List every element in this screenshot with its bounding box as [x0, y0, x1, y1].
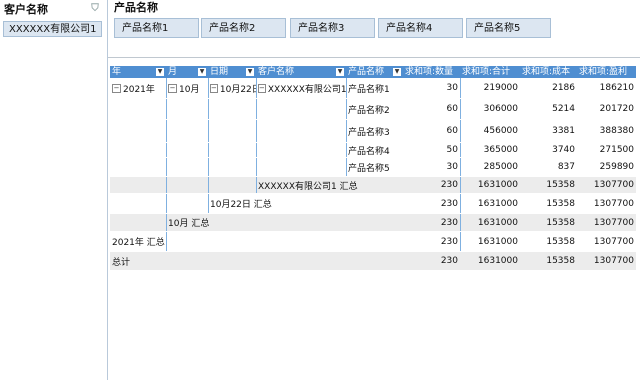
cell-cost: 15358 [546, 180, 575, 190]
cell-total: 285000 [483, 162, 518, 172]
table-row: −2021年 −10月 −10月22日 −XXXXXX有限公司1 产品名称1 3… [110, 78, 636, 99]
customer-slicer: 客户名称 ⛉ XXXXXX有限公司1 [0, 0, 108, 380]
cell-profit: 388380 [599, 126, 634, 136]
cell-profit: 1307700 [593, 198, 634, 209]
cell-cost: 3381 [552, 126, 575, 136]
cell-total: 219000 [483, 83, 518, 93]
cell-qty: 30 [446, 83, 458, 93]
pivot-table: 年 ▼ 月 ▼ 日期 ▼ 客户名称 ▼ 产品名称 ▼ 求和项:数量 求和项:合计 求和项:… [110, 66, 636, 271]
cell-cost: 3740 [552, 145, 575, 155]
product-slicer-item-4[interactable]: 产品名称4 [378, 18, 463, 38]
cell-qty: 60 [446, 126, 458, 136]
cell-profit: 259890 [599, 162, 634, 172]
customer-slicer-header: 客户名称 ⛉ [0, 0, 107, 18]
cell-total: 1631000 [477, 198, 518, 209]
pivot-header-row: 年 ▼ 月 ▼ 日期 ▼ 客户名称 ▼ 产品名称 ▼ 求和项:数量 求和项:合计 求和项:… [110, 66, 636, 78]
cell-profit: 1307700 [593, 236, 634, 247]
cell-profit: 1307700 [593, 256, 634, 266]
cell-profit: 201720 [599, 104, 634, 114]
header-qty: 求和项:数量 [405, 67, 454, 77]
cell-total: 306000 [483, 104, 518, 114]
grand-total-row: 总计 230 1631000 15358 1307700 [110, 252, 636, 271]
header-cost: 求和项:成本 [522, 67, 571, 77]
header-date[interactable]: 日期 ▼ [208, 66, 256, 78]
collapse-icon[interactable]: − [168, 83, 177, 93]
table-row: 产品名称4 50 365000 3740 271500 [110, 143, 636, 158]
cell-total: 1631000 [477, 236, 518, 247]
cell-qty: 60 [446, 104, 458, 114]
subtotal-row: 10月 汇总 230 1631000 15358 1307700 [110, 214, 636, 232]
dropdown-icon[interactable]: ▼ [336, 68, 344, 76]
cell-cost: 15358 [546, 256, 575, 266]
product-slicer-item-1[interactable]: 产品名称1 [114, 18, 199, 38]
subtotal-label: 2021年 汇总 [112, 238, 165, 248]
cell-profit: 186210 [599, 83, 634, 93]
collapse-icon[interactable]: − [210, 83, 218, 93]
subtotal-row: XXXXXX有限公司1 汇总 230 1631000 15358 1307700 [110, 177, 636, 194]
table-row: 产品名称3 60 456000 3381 388380 [110, 120, 636, 143]
cell-qty: 230 [440, 217, 458, 228]
dropdown-icon[interactable]: ▼ [156, 68, 164, 76]
subtotal-row: 2021年 汇总 230 1631000 15358 1307700 [110, 232, 636, 252]
cell-cost: 15358 [546, 198, 575, 209]
grand-total-label: 总计 [112, 257, 131, 268]
subtotal-label: 10月 汇总 [168, 219, 210, 229]
cell-cost: 5214 [552, 104, 575, 114]
customer-slicer-item[interactable]: XXXXXX有限公司1 [3, 21, 102, 37]
cell-profit: 1307700 [593, 180, 634, 190]
table-row: 产品名称2 60 306000 5214 201720 [110, 99, 636, 120]
header-profit: 求和项:盈利 [579, 67, 628, 77]
header-year[interactable]: 年 ▼ [110, 66, 166, 78]
cell-total: 1631000 [477, 180, 518, 190]
header-month[interactable]: 月 ▼ [166, 66, 208, 78]
cell-total: 1631000 [477, 217, 518, 228]
header-customer[interactable]: 客户名称 ▼ [256, 66, 346, 78]
subtotal-label: 10月22日 汇总 [210, 200, 272, 210]
cell-qty: 30 [446, 162, 458, 172]
product-slicer-item-2[interactable]: 产品名称2 [201, 18, 286, 38]
cell-product: 产品名称3 [348, 127, 390, 138]
collapse-icon[interactable]: − [112, 83, 121, 93]
table-row: 产品名称5 30 285000 837 259890 [110, 158, 636, 177]
cell-product: 产品名称2 [348, 105, 390, 116]
product-slicer-item-5[interactable]: 产品名称5 [466, 18, 551, 38]
cell-total: 1631000 [477, 256, 518, 266]
cell-product: 产品名称4 [348, 146, 390, 157]
collapse-icon[interactable]: − [258, 83, 266, 93]
dropdown-icon[interactable]: ▼ [393, 68, 401, 76]
cell-qty: 230 [440, 180, 458, 190]
cell-cost: 837 [557, 162, 575, 172]
subtotal-row: 10月22日 汇总 230 1631000 15358 1307700 [110, 194, 636, 214]
cell-profit: 271500 [599, 145, 634, 155]
cell-qty: 230 [440, 236, 458, 247]
product-slicer-item-3[interactable]: 产品名称3 [290, 18, 375, 38]
filter-icon[interactable]: ⛉ [89, 3, 101, 15]
cell-cost: 15358 [546, 217, 575, 228]
cell-total: 456000 [483, 126, 518, 136]
cell-profit: 1307700 [593, 217, 634, 228]
cell-total: 365000 [483, 145, 518, 155]
cell-cost: 15358 [546, 236, 575, 247]
customer-slicer-title: 客户名称 [4, 3, 48, 16]
cell-qty: 230 [440, 256, 458, 266]
slicer-divider [108, 57, 640, 58]
cell-product: 产品名称5 [348, 163, 390, 174]
cell-qty: 50 [446, 145, 458, 155]
cell-cost: 2186 [552, 83, 575, 93]
header-product[interactable]: 产品名称 ▼ [346, 66, 403, 78]
cell-qty: 230 [440, 198, 458, 209]
product-slicer-title: 产品名称 [114, 1, 158, 14]
dropdown-icon[interactable]: ▼ [198, 68, 206, 76]
dropdown-icon[interactable]: ▼ [246, 68, 254, 76]
header-total: 求和项:合计 [462, 67, 511, 77]
subtotal-label: XXXXXX有限公司1 汇总 [258, 181, 358, 192]
cell-product: 产品名称1 [348, 84, 390, 95]
